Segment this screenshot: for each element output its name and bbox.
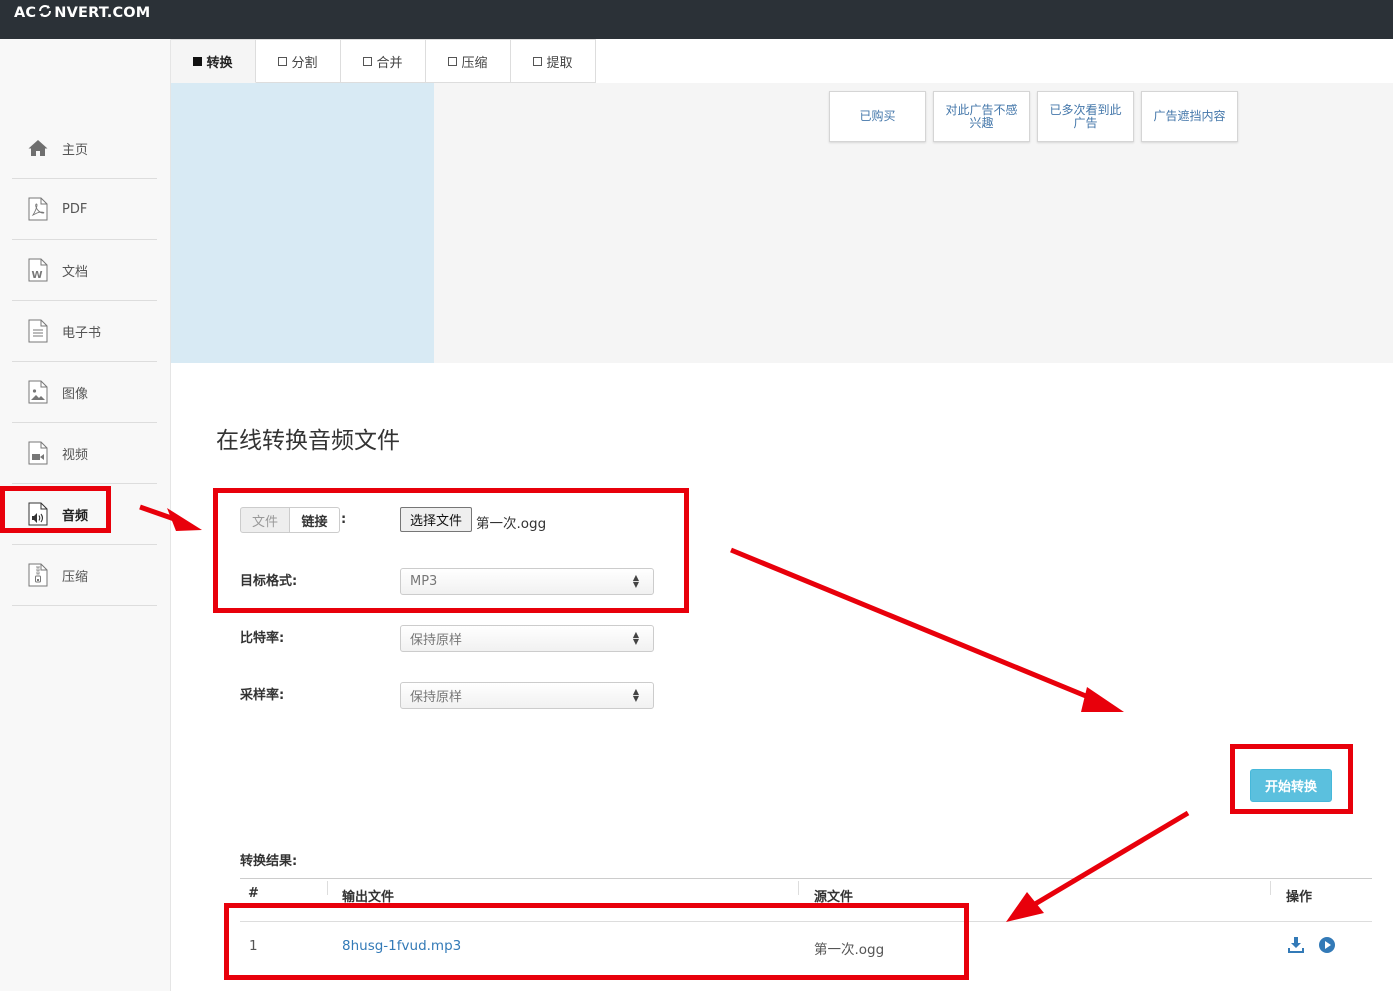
svg-text:W: W bbox=[32, 270, 43, 281]
output-file-link[interactable]: 8husg-1fvud.mp3 bbox=[342, 938, 461, 954]
tab-label: 分割 bbox=[291, 55, 318, 71]
sidebar-item-image[interactable]: 图像 bbox=[12, 362, 157, 423]
sidebar-item-label: 音频 bbox=[62, 508, 89, 524]
logo-text-left: AC bbox=[14, 5, 37, 21]
sidebar-item-home[interactable]: 主页 bbox=[12, 118, 157, 179]
sidebar-item-label: 视频 bbox=[62, 447, 89, 463]
page-title: 在线转换音频文件 bbox=[216, 428, 400, 454]
bitrate-select[interactable]: 保持原样 ▲ ▼ bbox=[400, 625, 654, 652]
checkbox-empty-icon bbox=[533, 56, 543, 66]
results-label: 转换结果: bbox=[240, 854, 298, 869]
home-icon bbox=[27, 136, 49, 160]
row-index: 1 bbox=[249, 938, 258, 954]
annotation-arrow bbox=[730, 547, 1124, 712]
tab-label: 合并 bbox=[376, 55, 403, 71]
tab-convert[interactable]: 转换 bbox=[171, 39, 256, 83]
input-colon: : bbox=[341, 512, 347, 527]
checkbox-empty-icon bbox=[363, 56, 373, 66]
select-arrows-icon: ▲ ▼ bbox=[632, 573, 639, 589]
play-icon[interactable] bbox=[1318, 936, 1336, 954]
sidebar-item-pdf[interactable]: PDF bbox=[12, 179, 157, 240]
sidebar-item-label: 主页 bbox=[62, 142, 89, 158]
select-value: 保持原样 bbox=[410, 690, 463, 705]
ad-area: 已购买 对此广告不感兴趣 已多次看到此广告 广告遮挡内容 bbox=[171, 83, 1393, 363]
results-table: # 输出文件 源文件 操作 1 8husg-1fvud.mp3 第一次.ogg bbox=[240, 878, 1372, 966]
download-icon[interactable] bbox=[1287, 936, 1305, 954]
pdf-file-icon bbox=[27, 197, 49, 221]
sidebar-item-audio[interactable]: 音频 bbox=[12, 484, 157, 545]
column-header-actions: 操作 bbox=[1286, 890, 1313, 905]
tool-tabs: 转换 分割 合并 压缩 提取 bbox=[171, 39, 596, 83]
tab-compress[interactable]: 压缩 bbox=[426, 39, 511, 83]
bitrate-label: 比特率: bbox=[240, 631, 285, 646]
results-table-header: # 输出文件 源文件 操作 bbox=[240, 878, 1372, 922]
site-logo[interactable]: AC NVERT.COM bbox=[14, 4, 150, 22]
choose-file-button[interactable]: 选择文件 bbox=[400, 507, 472, 532]
column-divider bbox=[798, 881, 799, 895]
sidebar-item-label: 图像 bbox=[62, 386, 89, 402]
ad-feedback-not-interested-button[interactable]: 对此广告不感兴趣 bbox=[933, 91, 1030, 142]
sidebar-item-label: 压缩 bbox=[62, 569, 89, 585]
sidebar-item-label: PDF bbox=[62, 201, 88, 217]
top-navbar: AC NVERT.COM bbox=[0, 0, 1393, 39]
sidebar-item-video[interactable]: 视频 bbox=[12, 423, 157, 484]
column-divider bbox=[1270, 881, 1271, 895]
input-source-toggle: 文件 链接 bbox=[240, 507, 340, 533]
video-file-icon bbox=[27, 441, 49, 465]
target-format-select[interactable]: MP3 ▲ ▼ bbox=[400, 568, 654, 595]
sidebar-item-archive[interactable]: 压缩 bbox=[12, 545, 157, 606]
ebook-file-icon bbox=[27, 319, 49, 343]
toggle-file-button[interactable]: 文件 bbox=[240, 507, 290, 533]
image-file-icon bbox=[27, 380, 49, 404]
select-value: 保持原样 bbox=[410, 633, 463, 648]
column-header-output-file: 输出文件 bbox=[342, 890, 395, 905]
tab-split[interactable]: 分割 bbox=[256, 39, 341, 83]
sidebar: 主页 PDF W 文档 电子书 图像 视频 音频 压缩 bbox=[0, 39, 171, 991]
checkbox-empty-icon bbox=[448, 56, 458, 66]
word-file-icon: W bbox=[27, 258, 49, 282]
column-header-index: # bbox=[248, 886, 259, 901]
sample-rate-label: 采样率: bbox=[240, 688, 285, 703]
ad-feedback-seen-multiple-button[interactable]: 已多次看到此广告 bbox=[1037, 91, 1134, 142]
select-arrows-icon: ▲ ▼ bbox=[632, 630, 639, 646]
tab-label: 压缩 bbox=[461, 55, 488, 71]
sample-rate-select[interactable]: 保持原样 ▲ ▼ bbox=[400, 682, 654, 709]
ad-feedback-purchased-button[interactable]: 已购买 bbox=[829, 91, 926, 142]
ad-banner[interactable] bbox=[171, 83, 434, 363]
start-convert-button[interactable]: 开始转换 bbox=[1250, 769, 1332, 802]
audio-file-icon bbox=[27, 502, 49, 526]
ad-feedback-covers-content-button[interactable]: 广告遮挡内容 bbox=[1141, 91, 1238, 142]
archive-file-icon bbox=[27, 563, 49, 587]
select-value: MP3 bbox=[410, 574, 438, 589]
checkbox-empty-icon bbox=[278, 56, 288, 66]
toggle-link-button[interactable]: 链接 bbox=[290, 507, 340, 533]
select-arrows-icon: ▲ ▼ bbox=[632, 687, 639, 703]
column-divider bbox=[327, 881, 328, 895]
target-format-label: 目标格式: bbox=[240, 574, 298, 589]
tab-merge[interactable]: 合并 bbox=[341, 39, 426, 83]
selected-file-name: 第一次.ogg bbox=[476, 516, 547, 532]
ad-feedback-buttons: 已购买 对此广告不感兴趣 已多次看到此广告 广告遮挡内容 bbox=[829, 91, 1238, 142]
source-file-name: 第一次.ogg bbox=[814, 942, 885, 958]
tab-label: 提取 bbox=[546, 55, 573, 71]
table-row: 1 8husg-1fvud.mp3 第一次.ogg bbox=[240, 922, 1372, 966]
sidebar-item-document[interactable]: W 文档 bbox=[12, 240, 157, 301]
checkbox-filled-icon bbox=[193, 56, 203, 66]
sidebar-item-label: 文档 bbox=[62, 264, 89, 280]
refresh-icon bbox=[37, 4, 53, 22]
tab-label: 转换 bbox=[206, 55, 233, 71]
tab-extract[interactable]: 提取 bbox=[511, 39, 596, 83]
sidebar-item-ebook[interactable]: 电子书 bbox=[12, 301, 157, 362]
column-header-source-file: 源文件 bbox=[814, 890, 854, 905]
logo-text-right: NVERT.COM bbox=[54, 5, 151, 21]
sidebar-item-label: 电子书 bbox=[62, 325, 102, 341]
